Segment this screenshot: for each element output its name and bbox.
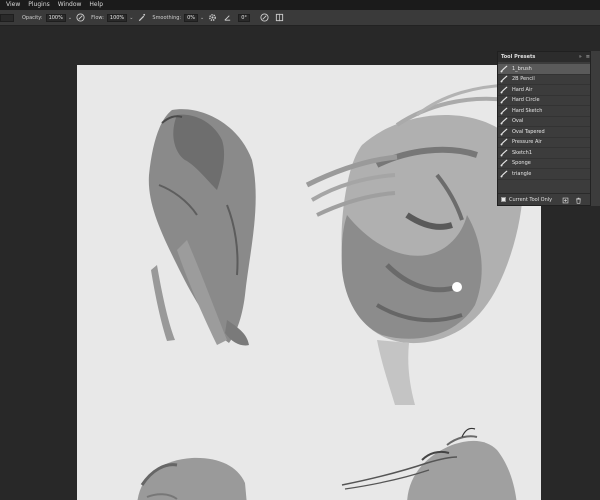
preset-item[interactable]: Hard Air (498, 85, 593, 96)
preset-label: Oval Tapered (512, 128, 545, 135)
bottom-left-sketch (137, 457, 247, 500)
menu-window[interactable]: Window (54, 0, 86, 10)
left-figure-sketch (148, 109, 256, 346)
current-tool-only-checkbox[interactable] (501, 197, 506, 202)
preset-list: 1_brush 2B Pencil Hard Air Hard Circle Hard … (498, 64, 593, 180)
panel-title: Tool Presets (501, 54, 536, 60)
preset-label: Sketch1 (512, 149, 533, 156)
menu-help[interactable]: Help (85, 0, 107, 10)
right-figure-sketch (305, 83, 524, 405)
preset-label: 2B Pencil (512, 76, 535, 83)
flow-field[interactable]: 100% (106, 13, 128, 22)
preset-item[interactable]: Sketch1 (498, 148, 593, 159)
preset-label: Sponge (512, 160, 531, 167)
preset-label: Hard Air (512, 86, 533, 93)
sketch-artwork (137, 83, 524, 500)
pressure-size-icon[interactable] (260, 13, 269, 22)
panel-footer: Current Tool Only (498, 193, 593, 205)
preset-item[interactable]: 2B Pencil (498, 74, 593, 85)
mode-dropdown[interactable] (0, 13, 14, 22)
brush-icon (498, 137, 510, 147)
brush-icon (498, 116, 510, 126)
preset-item[interactable]: Oval Tapered (498, 127, 593, 138)
options-bar: Opacity: 100% ⌄ Flow: 100% ⌄ Smoothing: … (0, 10, 600, 26)
preset-label: Pressure Air (512, 139, 542, 146)
preset-item[interactable]: triangle (498, 169, 593, 180)
tool-presets-panel: Tool Presets » ≡ 1_brush 2B Pencil Hard Ai… (497, 51, 594, 206)
gear-icon[interactable] (208, 13, 217, 22)
preset-label: Hard Sketch (512, 107, 543, 114)
panel-header: Tool Presets » ≡ (498, 52, 593, 62)
trash-icon[interactable] (574, 196, 582, 204)
brush-icon (498, 85, 510, 95)
brush-icon (498, 169, 510, 179)
flow-label: Flow: (91, 14, 104, 21)
collapse-icon[interactable]: » (579, 54, 582, 60)
brush-icon (498, 158, 510, 168)
angle-icon (223, 13, 232, 22)
brush-icon (498, 64, 510, 74)
preset-label: Hard Circle (512, 97, 540, 104)
smoothing-chevron-icon[interactable]: ⌄ (200, 15, 204, 21)
opacity-label: Opacity: (22, 14, 43, 21)
airbrush-icon[interactable] (137, 13, 146, 22)
menu-bar: View Plugins Window Help (0, 0, 600, 10)
preset-item[interactable]: Hard Sketch (498, 106, 593, 117)
bottom-right-sketch (341, 427, 517, 500)
brush-icon (498, 95, 510, 105)
opacity-field[interactable]: 100% (45, 13, 66, 22)
preset-label: 1_brush (512, 65, 532, 72)
preset-item[interactable]: 1_brush (498, 64, 593, 75)
preset-label: Oval (512, 118, 524, 125)
brush-icon (498, 74, 510, 84)
preset-label: triangle (512, 170, 532, 177)
symmetry-icon[interactable] (275, 13, 284, 22)
pressure-opacity-icon[interactable] (76, 13, 85, 22)
app-window: View Plugins Window Help Opacity: 100% ⌄… (0, 0, 600, 500)
document-canvas[interactable] (77, 65, 541, 500)
current-tool-only-label: Current Tool Only (509, 196, 553, 203)
menu-plugins[interactable]: Plugins (24, 0, 54, 10)
menu-view[interactable]: View (2, 0, 24, 10)
preset-item[interactable]: Sponge (498, 158, 593, 169)
angle-field[interactable]: 0° (238, 13, 250, 22)
preset-item[interactable]: Oval (498, 116, 593, 127)
brush-icon (498, 148, 510, 158)
brush-icon (498, 106, 510, 116)
panel-dock-strip (590, 51, 600, 206)
new-preset-icon[interactable] (561, 196, 569, 204)
smoothing-field[interactable]: 0% (184, 13, 199, 22)
smoothing-label: Smoothing: (152, 14, 182, 21)
preset-item[interactable]: Hard Circle (498, 95, 593, 106)
opacity-chevron-icon[interactable]: ⌄ (68, 15, 72, 21)
preset-item[interactable]: Pressure Air (498, 137, 593, 148)
flow-chevron-icon[interactable]: ⌄ (129, 15, 133, 21)
brush-icon (498, 127, 510, 137)
